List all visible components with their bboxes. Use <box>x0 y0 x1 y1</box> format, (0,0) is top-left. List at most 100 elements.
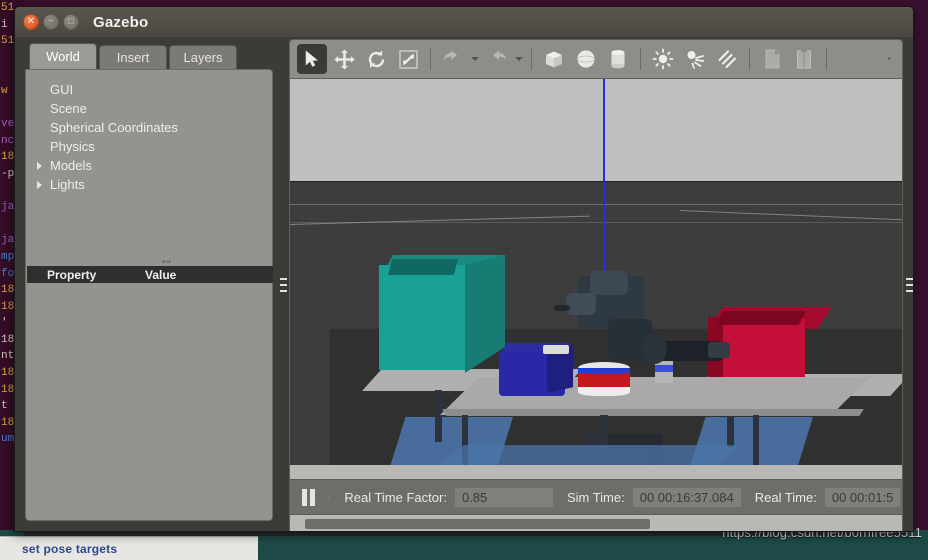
pause-icon[interactable] <box>298 487 318 507</box>
property-table-header: Property Value <box>27 266 273 283</box>
cube-icon <box>546 51 562 68</box>
sim-time-label: Sim Time: <box>566 489 625 505</box>
robot-arm-elbow <box>566 293 596 315</box>
real-time-factor-label: Real Time Factor: <box>344 489 447 505</box>
scale-mode-button[interactable] <box>393 44 423 74</box>
tab-world-label: World <box>46 49 80 64</box>
undo-button[interactable] <box>438 44 468 74</box>
viewport-bottom-edge <box>290 465 902 479</box>
chevron-right-icon[interactable] <box>37 161 42 170</box>
tree-item-lights[interactable]: Lights <box>37 175 272 194</box>
panel-tabs: World Insert Layers <box>25 43 277 69</box>
real-time-factor-value: 0.85 <box>454 487 553 507</box>
close-icon[interactable]: ✕ <box>23 14 39 30</box>
scale-icon <box>398 49 418 69</box>
tree-item-label: Models <box>50 158 92 173</box>
robot-finger <box>708 342 730 358</box>
robot-wrist <box>643 334 667 364</box>
taskbar-window-label[interactable]: set pose targets <box>0 542 117 556</box>
rotate-mode-button[interactable] <box>361 44 391 74</box>
toolbar-separator <box>640 48 641 70</box>
paste-button[interactable] <box>789 44 819 74</box>
toolbar-separator <box>430 48 431 70</box>
sky-background <box>290 79 902 182</box>
translate-mode-button[interactable] <box>329 44 359 74</box>
horizontal-scrollbar[interactable] <box>289 515 903 531</box>
left-panel: World Insert Layers GUI Scene Spherical … <box>15 37 277 531</box>
z-axis-line <box>603 79 605 279</box>
teal-bin-front <box>379 265 465 370</box>
tree-item-label: Lights <box>50 177 85 192</box>
splitter-grip-icon[interactable] <box>279 278 287 292</box>
spot-light-icon <box>687 51 705 69</box>
tree-item-label: Spherical Coordinates <box>50 120 178 135</box>
tree-item-gui[interactable]: GUI <box>38 80 272 99</box>
left-splitter[interactable] <box>277 37 289 531</box>
column-header-value[interactable]: Value <box>145 268 176 282</box>
teal-bin-interior <box>388 259 458 275</box>
toolbar-separator <box>531 48 532 70</box>
taskbar[interactable]: set pose targets <box>0 536 258 560</box>
tab-layers[interactable]: Layers <box>169 45 237 69</box>
can-bottom <box>578 387 630 396</box>
redo-history-button[interactable] <box>513 46 525 72</box>
directional-light-icon <box>718 50 737 69</box>
tree-item-scene[interactable]: Scene <box>38 99 272 118</box>
window-titlebar[interactable]: ✕ − □ Gazebo <box>15 7 913 37</box>
desktop: 51 i 51 w ve nc 18 -p ja ja mp fo 18 18 ' 18 nt 18 18 t 18 um… <box>0 0 928 560</box>
toolbar-separator <box>826 48 827 70</box>
insert-box-button[interactable] <box>539 44 569 74</box>
small-cup-band <box>655 365 673 372</box>
red-bin-interior <box>716 311 806 325</box>
insert-sphere-button[interactable] <box>571 44 601 74</box>
robot-arm-tip <box>554 305 570 311</box>
insert-directional-light-button[interactable] <box>712 44 742 74</box>
blue-object-label <box>543 345 569 354</box>
chevron-right-icon[interactable] <box>37 180 42 189</box>
scrollbar-thumb[interactable] <box>305 518 650 529</box>
red-bin-front <box>723 319 805 377</box>
tab-insert-label: Insert <box>116 50 150 65</box>
tree-item-label: Scene <box>50 101 87 116</box>
status-bar: · Real Time Factor: 0.85 Sim Time: 00 00… <box>289 479 903 515</box>
sim-time-value: 00 00:16:37.084 <box>632 487 741 507</box>
table-edge <box>442 409 864 416</box>
floor-mat <box>440 445 740 465</box>
cursor-arrow-icon <box>305 50 319 67</box>
tab-insert[interactable]: Insert <box>99 45 167 69</box>
tab-world[interactable]: World <box>29 43 97 69</box>
tree-item-spherical-coordinates[interactable]: Spherical Coordinates <box>38 118 272 137</box>
select-mode-button[interactable] <box>297 44 327 74</box>
paste-icon <box>797 49 811 69</box>
copy-icon <box>765 49 780 69</box>
window-body: World Insert Layers GUI Scene Spherical … <box>15 37 913 531</box>
maximize-icon[interactable]: □ <box>63 14 79 30</box>
column-header-property[interactable]: Property <box>27 268 145 282</box>
3d-viewport[interactable] <box>289 79 903 479</box>
copy-button[interactable] <box>757 44 787 74</box>
right-splitter[interactable] <box>903 37 913 531</box>
toolbar-separator <box>749 48 750 70</box>
redo-arrow-icon <box>493 50 506 60</box>
real-time-value: 00 00:01:5 <box>824 487 901 507</box>
robot-arm-joint <box>590 271 628 295</box>
real-time-label: Real Time: <box>754 489 817 505</box>
grid-line <box>290 204 902 205</box>
main-toolbar: · <box>289 39 903 79</box>
insert-spot-light-button[interactable] <box>680 44 710 74</box>
cylinder-icon <box>611 50 625 69</box>
step-button[interactable]: · <box>326 490 330 505</box>
insert-cylinder-button[interactable] <box>603 44 633 74</box>
rotate-icon <box>368 50 384 68</box>
shelf-leg <box>435 390 442 442</box>
tree-item-label: GUI <box>50 82 74 97</box>
undo-history-button[interactable] <box>469 46 481 72</box>
insert-point-light-button[interactable] <box>648 44 678 74</box>
tree-item-physics[interactable]: Physics <box>38 137 272 156</box>
tree-item-models[interactable]: Models <box>37 156 272 175</box>
sphere-icon <box>576 50 596 68</box>
redo-button[interactable] <box>482 44 512 74</box>
world-tab-panel: GUI Scene Spherical Coordinates Physics <box>25 69 273 521</box>
splitter-grip-icon[interactable] <box>905 278 913 292</box>
minimize-icon[interactable]: − <box>43 14 59 30</box>
